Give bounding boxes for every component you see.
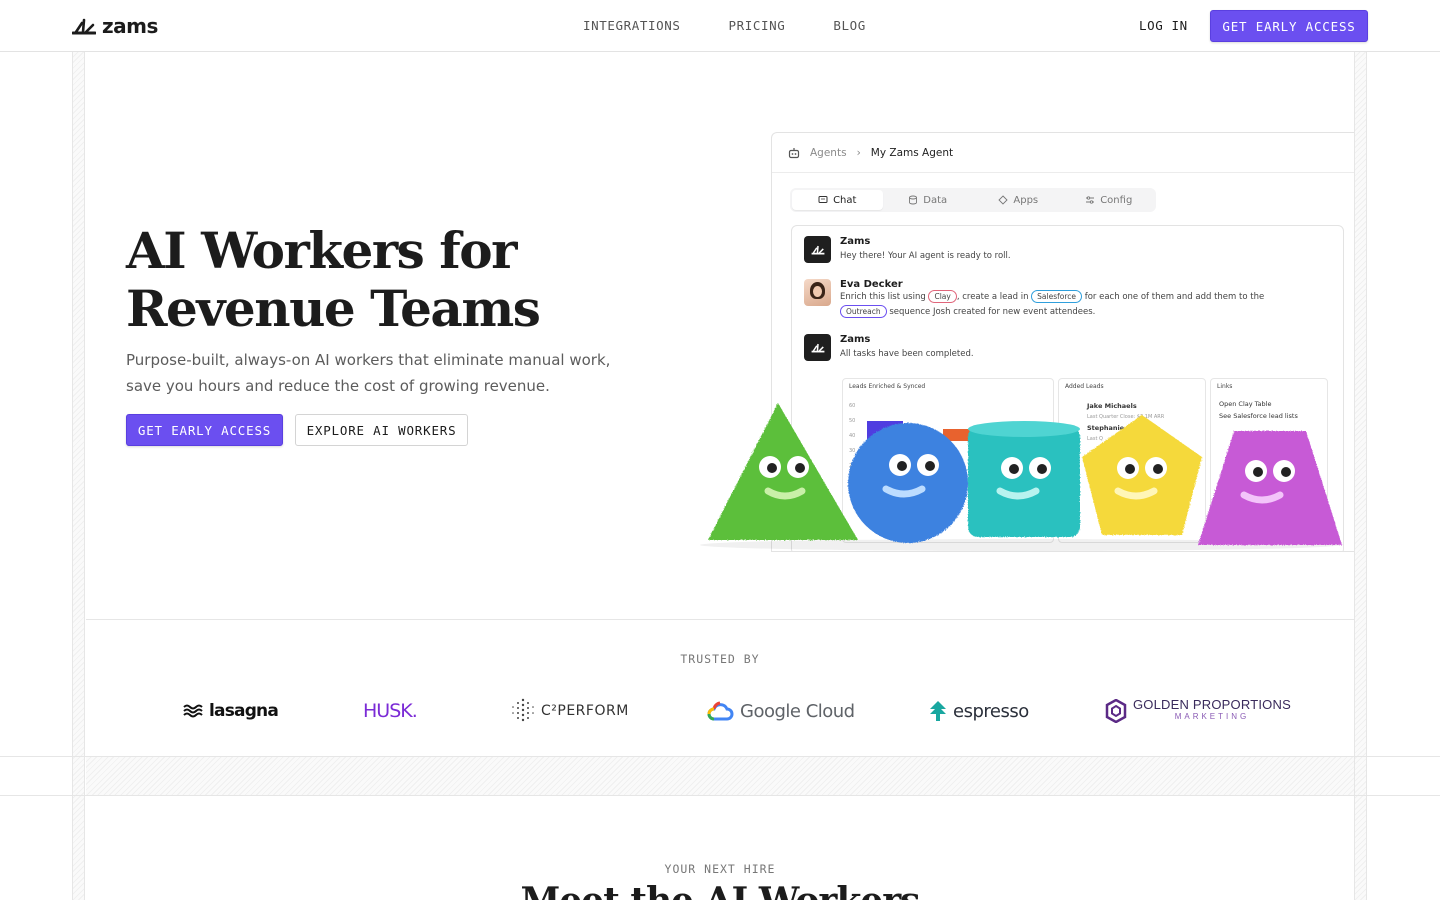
message-fragment: Enrich this list using — [840, 292, 926, 302]
purple-trapezoid-character — [1198, 431, 1342, 545]
logo-text: Google Cloud — [740, 700, 855, 722]
zams-logo-icon — [811, 343, 824, 353]
yellow-pentagon-character — [1082, 415, 1202, 535]
primary-nav: INTEGRATIONS PRICING BLOG — [583, 18, 866, 33]
hero-title-line-2: Revenue Teams — [126, 279, 541, 338]
robot-icon — [788, 147, 800, 158]
golden-proportions-wordmark: GOLDEN PROPORTIONS MARKETING — [1133, 697, 1291, 723]
dotted-circle-icon — [512, 698, 534, 722]
chat-message: Zams Hey there! Your AI agent is ready t… — [804, 236, 1011, 264]
tab-chat[interactable]: Chat — [792, 190, 883, 210]
message-author: Zams — [840, 334, 871, 345]
message-fragment: , create a lead in — [956, 292, 1029, 302]
logo-text: espresso — [953, 700, 1029, 722]
logo-text: HUSK. — [363, 700, 418, 722]
login-link[interactable]: LOG IN — [1139, 18, 1188, 33]
top-nav: zams INTEGRATIONS PRICING BLOG LOG IN GE… — [0, 0, 1440, 52]
database-icon — [909, 195, 918, 205]
outreach-chip[interactable]: Outreach — [840, 305, 887, 318]
breadcrumb-agents[interactable]: Agents — [810, 147, 847, 159]
espresso-logo: espresso — [929, 696, 1029, 726]
section-divider — [0, 795, 1440, 796]
tab-config-label: Config — [1100, 194, 1133, 206]
google-cloud-icon — [707, 701, 734, 721]
nav-link-blog[interactable]: BLOG — [833, 18, 866, 33]
tab-config[interactable]: Config — [1064, 190, 1155, 210]
zams-logo-icon — [72, 18, 96, 35]
section-divider — [86, 619, 1354, 620]
husk-logo: HUSK. — [363, 696, 418, 726]
message-author: Eva Decker — [840, 279, 903, 290]
hatch-band — [86, 757, 1354, 795]
eva-decker-avatar — [804, 279, 831, 306]
left-frame-rail — [72, 52, 85, 900]
teal-cylinder-character — [968, 421, 1080, 537]
sliders-icon — [1086, 196, 1095, 204]
message-fragment: for each one of them and add them to the — [1084, 292, 1265, 302]
nav-link-pricing[interactable]: PRICING — [729, 18, 786, 33]
tree-icon — [930, 701, 946, 721]
salesforce-chip[interactable]: Salesforce — [1031, 290, 1083, 303]
logo-text: C²PERFORM — [541, 703, 629, 719]
message-text: Enrich this list using Clay, create a le… — [840, 290, 1310, 320]
wave-icon — [183, 704, 203, 718]
tab-apps-label: Apps — [1013, 194, 1039, 206]
meet-ai-workers-title: Meet the AI Workers — [0, 880, 1440, 900]
zams-avatar — [804, 334, 831, 361]
zams-logo-icon — [811, 245, 824, 255]
c2perform-logo: C²PERFORM — [511, 696, 629, 726]
nav-link-integrations[interactable]: INTEGRATIONS — [583, 18, 681, 33]
right-frame-rail — [1354, 52, 1367, 900]
message-fragment: sequence Josh created for new event atte… — [889, 307, 1096, 317]
hexagon-icon — [1105, 699, 1127, 723]
trusted-by-label: TRUSTED BY — [680, 652, 760, 666]
zams-avatar — [804, 236, 831, 263]
chat-message: Eva Decker Enrich this list using Clay, … — [804, 279, 1310, 320]
google-cloud-logo: Google Cloud — [707, 696, 855, 726]
card-title: Links — [1217, 383, 1233, 390]
message-text: Hey there! Your AI agent is ready to rol… — [840, 251, 1011, 261]
green-triangle-character — [708, 403, 858, 540]
fuzzy-characters-illustration — [700, 403, 1342, 551]
mock-tabs: Chat Data Apps Config — [790, 188, 1156, 212]
logo-text: lasagna — [209, 701, 279, 721]
breadcrumb-current: My Zams Agent — [870, 146, 954, 159]
card-title: Leads Enriched & Synced — [849, 383, 926, 390]
brand-logo[interactable]: zams — [72, 14, 158, 38]
your-next-hire-label: YOUR NEXT HIRE — [664, 862, 776, 876]
blue-circle-character — [848, 423, 968, 543]
logo-text: GOLDEN PROPORTIONS — [1133, 697, 1291, 712]
logo-subtext: MARKETING — [1174, 712, 1250, 721]
card-title: Added Leads — [1065, 383, 1104, 390]
hero-title-line-1: AI Workers for — [126, 221, 517, 280]
golden-proportions-logo: GOLDEN PROPORTIONS MARKETING — [1105, 696, 1291, 726]
clay-chip[interactable]: Clay — [928, 290, 957, 303]
mock-breadcrumb: Agents › My Zams Agent — [772, 133, 1354, 173]
brand-name: zams — [102, 14, 158, 38]
message-author: Zams — [840, 236, 871, 247]
nav-get-early-access-button[interactable]: GET EARLY ACCESS — [1210, 10, 1368, 42]
customer-logos: lasagna HUSK. C²PERFORM Google Cloud esp… — [0, 696, 1440, 726]
apps-icon — [998, 195, 1009, 205]
chat-icon — [818, 196, 828, 203]
lasagna-logo: lasagna — [183, 696, 279, 726]
chat-message: Zams All tasks have been completed. — [804, 334, 974, 362]
tab-apps[interactable]: Apps — [973, 190, 1064, 210]
hero-title: AI Workers for Revenue Teams — [126, 222, 646, 338]
chevron-right-icon: › — [856, 146, 861, 159]
hero-subtitle: Purpose-built, always-on AI workers that… — [126, 351, 611, 395]
explore-ai-workers-button[interactable]: EXPLORE AI WORKERS — [295, 414, 468, 446]
tab-data[interactable]: Data — [883, 190, 974, 210]
tab-chat-label: Chat — [833, 194, 857, 206]
hero-get-early-access-button[interactable]: GET EARLY ACCESS — [126, 414, 283, 446]
message-text: All tasks have been completed. — [840, 349, 974, 359]
tab-data-label: Data — [923, 194, 948, 206]
